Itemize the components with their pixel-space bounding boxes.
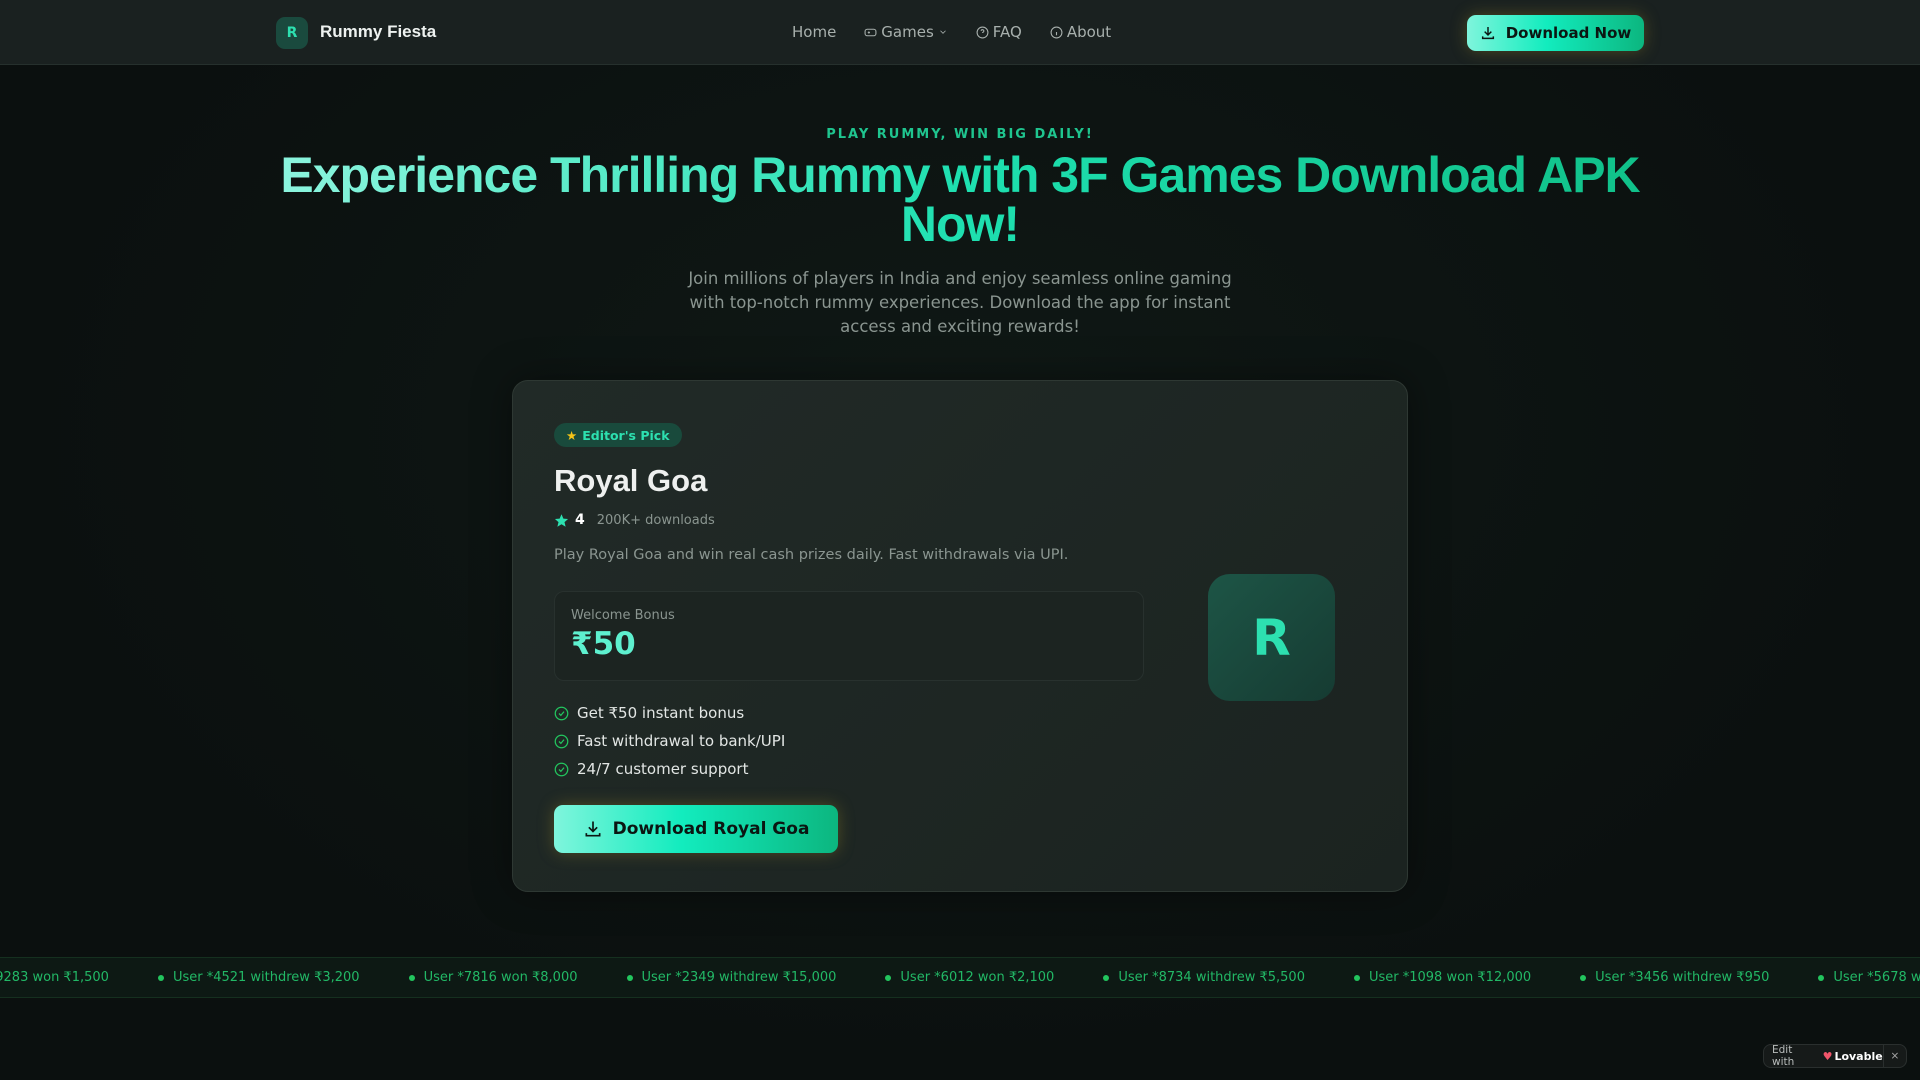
ticker-item: User *3456 withdrew ₹950 [1580, 970, 1769, 985]
ticker-item: User *1098 won ₹12,000 [1353, 970, 1532, 985]
hero-headline: Experience Thrilling Rummy with 3F Games… [260, 150, 1660, 249]
download-count: 200K+ downloads [596, 512, 715, 528]
lovable-brand: Lovable [1834, 1049, 1883, 1063]
ticker-item: User *9283 won ₹1,500 [0, 970, 109, 985]
info-icon [1050, 26, 1063, 38]
top-nav: R Rummy Fiesta Home Games FAQ About Down… [0, 0, 1920, 65]
feature-list: Get ₹50 instant bonus Fast withdrawal to… [554, 704, 785, 778]
nav-home-label: Home [792, 23, 837, 41]
ticker-item: User *2349 withdrew ₹15,000 [626, 970, 837, 985]
download-royal-goa-button[interactable]: Download Royal Goa [554, 805, 838, 853]
feature-item: Fast withdrawal to bank/UPI [554, 732, 785, 750]
ticker-text: User *9283 won ₹1,500 [0, 970, 109, 985]
star-emoji-icon: ★ [566, 427, 578, 443]
game-description: Play Royal Goa and win real cash prizes … [554, 547, 1069, 563]
download-royal-goa-label: Download Royal Goa [612, 819, 810, 839]
ticker-item: User *6012 won ₹2,100 [885, 970, 1054, 985]
dot-icon [408, 974, 415, 981]
ticker-text: User *1098 won ₹12,000 [1368, 970, 1532, 985]
hero-tagline: PLAY RUMMY, WIN BIG DAILY! [826, 127, 1094, 142]
download-icon [585, 821, 601, 837]
feature-item: Get ₹50 instant bonus [554, 704, 785, 722]
bonus-label: Welcome Bonus [571, 608, 675, 623]
download-icon [1481, 27, 1494, 40]
dot-icon [626, 974, 633, 981]
nav-about-label: About [1066, 23, 1112, 41]
dot-icon [885, 974, 892, 981]
game-title: Royal Goa [554, 463, 708, 498]
winnings-ticker: User *9283 won ₹1,500 User *4521 withdrew… [0, 957, 1920, 998]
ticker-item: User *5678 won ₹25,000 [1818, 970, 1920, 985]
close-icon[interactable]: × [1882, 1044, 1906, 1068]
nav-home[interactable]: Home [792, 23, 836, 41]
rating-row: 4 200K+ downloads [554, 512, 715, 528]
bonus-amount: ₹50 [571, 626, 636, 662]
nav-games[interactable]: Games [864, 23, 947, 41]
dot-icon [1580, 974, 1587, 981]
ticker-text: User *3456 withdrew ₹950 [1595, 970, 1770, 985]
feature-text: 24/7 customer support [577, 760, 749, 778]
dot-icon [157, 974, 164, 981]
feature-item: 24/7 customer support [554, 760, 785, 778]
dot-icon [1818, 974, 1825, 981]
dot-icon [1353, 974, 1360, 981]
lovable-prefix: Edit with [1772, 1044, 1795, 1068]
ticker-text: User *7816 won ₹8,000 [423, 970, 578, 985]
star-icon [554, 513, 569, 527]
ticker-text: User *4521 withdrew ₹3,200 [172, 970, 360, 985]
nav-faq-label: FAQ [992, 23, 1022, 41]
ticker-item: User *4521 withdrew ₹3,200 [157, 970, 360, 985]
ticker-text: User *6012 won ₹2,100 [900, 970, 1055, 985]
logo[interactable]: R [276, 17, 308, 49]
welcome-bonus-box: Welcome Bonus ₹50 [554, 591, 1144, 681]
nav-games-label: Games [881, 23, 934, 41]
editors-pick-badge: ★ Editor's Pick [554, 423, 682, 447]
badge-label: Editor's Pick [582, 427, 670, 443]
dot-icon [1103, 974, 1110, 981]
check-circle-icon [554, 706, 569, 720]
brand-name[interactable]: Rummy Fiesta [320, 22, 436, 42]
hero-subtitle: Join millions of players in India and en… [688, 269, 1232, 336]
chevron-down-icon [939, 30, 946, 34]
rating-value: 4 [575, 512, 585, 528]
edit-with-lovable-badge[interactable]: Edit with ♥ Lovable × [1763, 1044, 1907, 1068]
ticker-item: User *8734 withdrew ₹5,500 [1103, 970, 1305, 985]
feature-text: Get ₹50 instant bonus [577, 704, 745, 722]
ticker-text: User *5678 won ₹25,000 [1833, 970, 1920, 985]
nav-faq[interactable]: FAQ [976, 23, 1022, 41]
check-circle-icon [554, 734, 569, 748]
ticker-text: User *2349 withdrew ₹15,000 [641, 970, 837, 985]
app-icon: R [1208, 574, 1335, 701]
feature-text: Fast withdrawal to bank/UPI [577, 732, 786, 750]
ticker-text: User *8734 withdrew ₹5,500 [1118, 970, 1305, 985]
check-circle-icon [554, 762, 569, 776]
help-circle-icon [976, 26, 989, 38]
featured-game-card: ★ Editor's Pick Royal Goa 4 200K+ downloa… [512, 380, 1408, 892]
download-now-button[interactable]: Download Now [1467, 15, 1644, 51]
heart-icon: ♥ [1822, 1049, 1833, 1063]
nav-about[interactable]: About [1050, 23, 1111, 41]
lovable-logo: ♥ Lovable [1823, 1050, 1883, 1063]
download-now-label: Download Now [1505, 24, 1632, 42]
gamepad-icon [864, 28, 877, 36]
ticker-item: User *7816 won ₹8,000 [408, 970, 578, 985]
